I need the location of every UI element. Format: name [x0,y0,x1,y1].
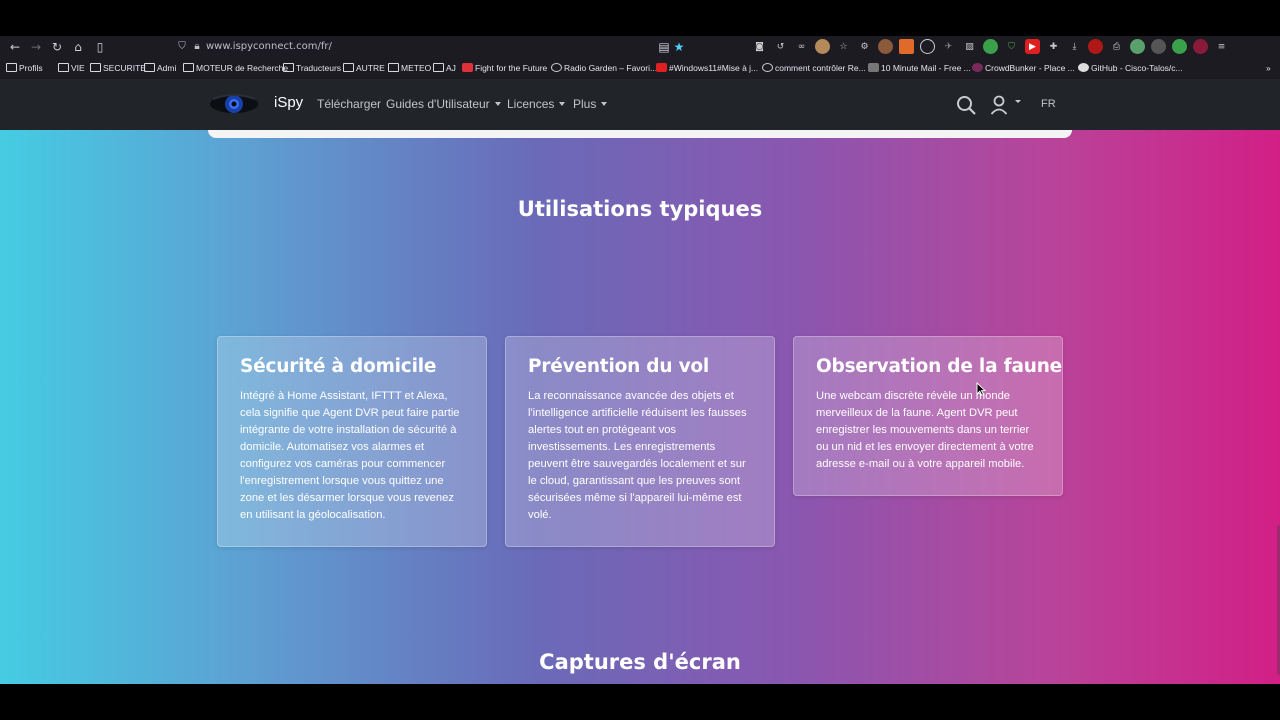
menu-icon[interactable]: ≡ [1214,39,1229,54]
screenshot-icon[interactable]: ◙ [752,39,767,54]
card-observation-faune: Observation de la faune Une webcam discr… [793,336,1063,496]
download-icon[interactable]: ⤓ [1067,39,1082,54]
bookmark-windows11[interactable]: #Windows11#Mise à j... [656,62,758,75]
extension-img-icon[interactable]: ▨ [962,39,977,54]
mail-icon [868,63,879,72]
sidebar-icon[interactable]: ▯ [92,39,108,55]
extension-brown-icon[interactable] [878,39,893,54]
chevron-down-icon [559,102,566,106]
bookmarks-bar: Profils VIE SECURITE Admi MOTEUR de Rech… [0,58,1280,79]
address-bar[interactable]: ⛉ 🔒︎ www.ispyconnect.com/fr/ [176,39,332,55]
bookmark-fight-future[interactable]: Fight for the Future [462,62,547,75]
infinity-icon[interactable]: ∞ [794,39,809,54]
reader-view-icon[interactable]: ▤ [656,39,672,55]
bookmark-profils[interactable]: Profils [6,62,43,75]
card-text: Intégré à Home Assistant, IFTTT et Alexa… [240,390,460,521]
user-account-icon[interactable] [990,95,1022,115]
back-arrow-icon[interactable]: ← [7,39,23,55]
lock-icon: 🔒︎ [194,41,200,52]
bookmark-aj[interactable]: AJ [433,62,456,75]
github-icon [1078,63,1089,72]
gear-icon[interactable]: ⚙ [857,39,872,54]
youtube-icon [656,63,667,72]
video-letterbox-bottom [0,684,1280,720]
bookmark-comment-controler[interactable]: comment contrôler Re... [762,62,866,75]
chevron-down-icon [601,102,608,106]
bookmark-10minutemail[interactable]: 10 Minute Mail - Free ... [868,62,971,75]
language-selector[interactable]: FR [1041,98,1056,110]
bookmark-vie[interactable]: VIE [58,62,85,75]
browser-toolbar: ← → ↻ ⌂ ▯ ⛉ 🔒︎ www.ispyconnect.com/fr/ ▤ ★… [0,36,1280,58]
bookmarks-overflow-icon[interactable]: » [1266,62,1271,75]
search-icon[interactable] [956,95,976,115]
printer-icon[interactable]: ⎙ [1109,39,1124,54]
brand-name[interactable]: iSpy [274,94,303,111]
bookmark-autre[interactable]: AUTRE [343,62,385,75]
bookmark-traducteurs[interactable]: Traducteurs [283,62,341,75]
card-title: Prévention du vol [528,356,710,377]
chevron-down-icon [494,102,501,106]
extension-avatar-icon[interactable] [815,39,830,54]
bookmark-securite[interactable]: SECURITE [90,62,146,75]
bookmark-admi[interactable]: Admi [144,62,176,75]
card-title: Observation de la faune [816,356,1063,377]
folder-icon [183,63,194,72]
ispy-eye-logo-icon[interactable] [209,91,259,117]
puzzle-icon[interactable]: ✚ [1046,39,1061,54]
heart-icon [462,63,473,72]
history-icon[interactable]: ↺ [773,39,788,54]
folder-icon [388,63,399,72]
globe-icon [551,63,562,72]
reload-icon[interactable]: ↻ [49,39,65,55]
extension-circle-icon[interactable] [920,39,935,54]
previous-section-card [208,130,1072,138]
site-navbar: iSpy Télécharger Guides d'Utilisateur Li… [0,79,1280,130]
next-section-title: Captures d'écran [539,650,741,674]
extension-grey-icon[interactable]: ✈ [941,39,956,54]
folder-icon [6,63,17,72]
nav-telecharger[interactable]: Télécharger [317,97,381,111]
url-text: www.ispyconnect.com/fr/ [206,41,332,52]
extension-toolbar: ◙ ↺ ∞ ☆ ⚙ ✈ ▨ ⛉ ▶ ✚ ⤓ ⎙ ≡ [752,39,1229,55]
extension-teal-icon[interactable] [1130,39,1145,54]
folder-icon [58,63,69,72]
bookmark-meteo[interactable]: METEO [388,62,431,75]
bookmark-radio-garden[interactable]: Radio Garden – Favori... [551,62,657,75]
globe-icon [762,63,773,72]
extension-dark-icon[interactable] [1151,39,1166,54]
extension-red-icon[interactable] [1193,39,1208,54]
video-letterbox-top [0,0,1280,36]
folder-icon [343,63,354,72]
bookmark-github[interactable]: GitHub - Cisco-Talos/c... [1078,62,1183,75]
mouse-cursor-icon [976,382,986,396]
shield-icon: ⛉ [178,41,186,52]
folder-icon [433,63,444,72]
home-icon[interactable]: ⌂ [70,39,86,55]
bookmark-crowdbunker[interactable]: CrowdBunker - Place ... [972,62,1075,75]
nav-plus-dropdown[interactable]: Plus [573,97,608,111]
ublock-icon[interactable] [1088,39,1103,54]
card-title: Sécurité à domicile [240,356,437,377]
youtube-icon[interactable]: ▶ [1025,39,1040,54]
extension-orange-icon[interactable] [899,39,914,54]
crowdbunker-icon [972,63,983,72]
shield-green-icon[interactable]: ⛉ [1004,39,1019,54]
card-securite-domicile: Sécurité à domicile Intégré à Home Assis… [217,336,487,547]
folder-icon [283,63,294,72]
folder-icon [90,63,101,72]
bookmark-star-icon[interactable]: ★ [671,39,687,55]
nav-licences-dropdown[interactable]: Licences [507,97,566,111]
card-text: La reconnaissance avancée des objets et … [528,390,747,521]
forward-arrow-icon[interactable]: → [28,39,44,55]
card-prevention-vol: Prévention du vol La reconnaissance avan… [505,336,775,547]
card-text: Une webcam discrète révèle un monde merv… [816,390,1034,470]
folder-icon [144,63,155,72]
extension-green-icon[interactable] [983,39,998,54]
section-title: Utilisations typiques [517,197,763,221]
star-outline-icon[interactable]: ☆ [836,39,851,54]
nav-guides-dropdown[interactable]: Guides d'Utilisateur [386,97,501,111]
page-content: Utilisations typiques Sécurité à domicil… [0,130,1280,684]
extension-badge-icon[interactable] [1172,39,1187,54]
bookmark-moteur[interactable]: MOTEUR de Recherche [183,62,288,75]
